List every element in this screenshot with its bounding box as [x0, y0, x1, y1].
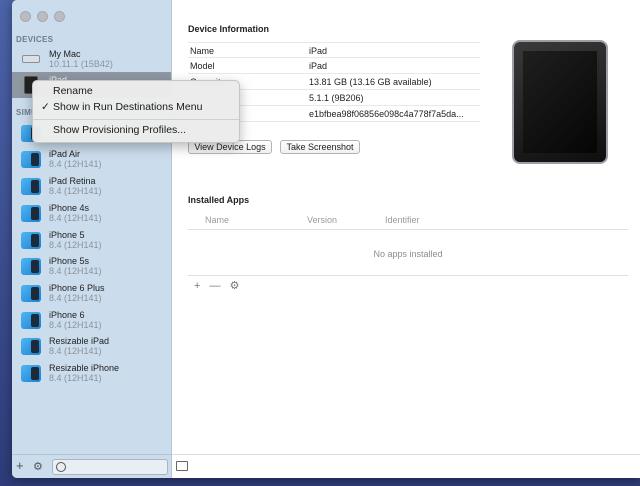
add-app-button[interactable]: + [194, 280, 200, 292]
column-version[interactable]: Version [307, 215, 337, 225]
simulator-detail: 8.4 (12H141) [49, 293, 102, 303]
simulator-icon [21, 258, 41, 275]
simulator-name: iPhone 5s [49, 256, 90, 266]
simulator-name: iPad Air [49, 149, 81, 159]
simulator-name: iPhone 6 Plus [49, 283, 105, 293]
simulator-detail: 8.4 (12H141) [49, 346, 102, 356]
simulator-name: Resizable iPad [49, 336, 110, 346]
checkmark-icon: ✓ [41, 101, 50, 113]
simulator-item-resizable-ipad[interactable]: Resizable iPad 8.4 (12H141) [12, 333, 171, 359]
apps-actions: + — ⚙ [194, 279, 245, 292]
simulator-icon [21, 285, 41, 302]
simulator-item-iphone-4s[interactable]: iPhone 4s 8.4 (12H141) [12, 200, 171, 226]
simulator-item-ipad-retina[interactable]: iPad Retina 8.4 (12H141) [12, 173, 171, 199]
remove-app-button[interactable]: — [210, 280, 221, 292]
menu-item-label: Show Provisioning Profiles... [53, 124, 187, 136]
simulator-item-resizable-iphone[interactable]: Resizable iPhone 8.4 (12H141) [12, 360, 171, 386]
simulator-icon [21, 232, 41, 249]
menu-item-show-in-run-destinations[interactable]: ✓ Show in Run Destinations Menu [33, 100, 239, 116]
simulator-item-ipad-air[interactable]: iPad Air 8.4 (12H141) [12, 146, 171, 172]
simulator-name: iPhone 6 [49, 310, 85, 320]
ipad-device-image [512, 40, 608, 164]
apps-table-header: Name Version Identifier [188, 212, 628, 230]
filter-field[interactable] [52, 459, 168, 475]
simulator-name: iPad Retina [49, 176, 96, 186]
main-footer [172, 454, 640, 478]
gear-icon[interactable]: ⚙ [33, 460, 43, 473]
devices-section-label: DEVICES [16, 35, 54, 44]
close-window-button[interactable] [20, 11, 31, 22]
simulator-detail: 8.4 (12H141) [49, 320, 102, 330]
installed-apps-title: Installed Apps [188, 195, 250, 205]
sidebar: DEVICES My Mac 10.11.1 (15B42) iPad SIMU… [12, 0, 172, 478]
menu-item-show-provisioning-profiles[interactable]: Show Provisioning Profiles... [33, 123, 239, 139]
context-menu: Rename ✓ Show in Run Destinations Menu S… [32, 80, 240, 143]
device-screen [523, 51, 597, 153]
menu-separator [33, 119, 239, 120]
column-identifier[interactable]: Identifier [385, 215, 420, 225]
simulator-detail: 8.4 (12H141) [49, 240, 102, 250]
column-name[interactable]: Name [205, 215, 229, 225]
simulator-icon [21, 338, 41, 355]
device-detail: 10.11.1 (15B42) [49, 59, 113, 69]
simulator-name: iPhone 5 [49, 230, 85, 240]
device-item-my-mac[interactable]: My Mac 10.11.1 (15B42) [12, 46, 171, 72]
add-device-button[interactable]: + [16, 458, 24, 473]
mac-icon [22, 55, 40, 63]
device-info-title: Device Information [188, 24, 270, 34]
toggle-panel-icon[interactable] [176, 461, 188, 471]
window-controls [20, 11, 65, 22]
simulator-detail: 8.4 (12H141) [49, 159, 102, 169]
simulator-detail: 8.4 (12H141) [49, 373, 102, 383]
simulator-item-iphone-6[interactable]: iPhone 6 8.4 (12H141) [12, 307, 171, 333]
simulator-item-iphone-6-plus[interactable]: iPhone 6 Plus 8.4 (12H141) [12, 280, 171, 306]
menu-item-label: Rename [53, 85, 93, 97]
info-value: iPad [309, 61, 328, 71]
app-settings-icon[interactable]: ⚙ [230, 280, 240, 292]
simulator-detail: 8.4 (12H141) [49, 213, 102, 223]
simulator-detail: 8.4 (12H141) [49, 266, 102, 276]
filter-icon [56, 462, 66, 472]
main-panel: Device Information Name iPad Model iPad … [172, 0, 640, 478]
simulator-icon [21, 151, 41, 168]
simulator-item-iphone-5[interactable]: iPhone 5 8.4 (12H141) [12, 227, 171, 253]
info-row: Name iPad [188, 42, 480, 58]
simulator-icon [21, 205, 41, 222]
simulator-icon [21, 312, 41, 329]
simulator-icon [21, 178, 41, 195]
simulator-name: iPhone 4s [49, 203, 90, 213]
simulator-icon [21, 365, 41, 382]
simulator-detail: 8.4 (12H141) [49, 186, 102, 196]
device-name: My Mac [49, 49, 81, 59]
menu-item-label: Show in Run Destinations Menu [53, 101, 203, 113]
info-value: e1bfbea98f06856e098c4a778f7a5da... [309, 109, 464, 119]
info-key: Name [190, 46, 215, 56]
apps-table-body: No apps installed [188, 230, 628, 276]
empty-state-text: No apps installed [373, 249, 443, 259]
zoom-window-button[interactable] [54, 11, 65, 22]
info-row: Model iPad [188, 58, 480, 74]
minimize-window-button[interactable] [37, 11, 48, 22]
devices-window: DEVICES My Mac 10.11.1 (15B42) iPad SIMU… [12, 0, 640, 478]
info-value: 5.1.1 (9B206) [309, 93, 364, 103]
simulator-name: Resizable iPhone [49, 363, 120, 373]
info-value: iPad [309, 46, 328, 56]
info-key: Model [190, 61, 215, 71]
info-value: 13.81 GB (13.16 GB available) [309, 77, 432, 87]
sidebar-footer: + ⚙ [12, 454, 171, 478]
simulator-item-iphone-5s[interactable]: iPhone 5s 8.4 (12H141) [12, 253, 171, 279]
menu-item-rename[interactable]: Rename [33, 84, 239, 100]
take-screenshot-button[interactable]: Take Screenshot [280, 140, 360, 154]
